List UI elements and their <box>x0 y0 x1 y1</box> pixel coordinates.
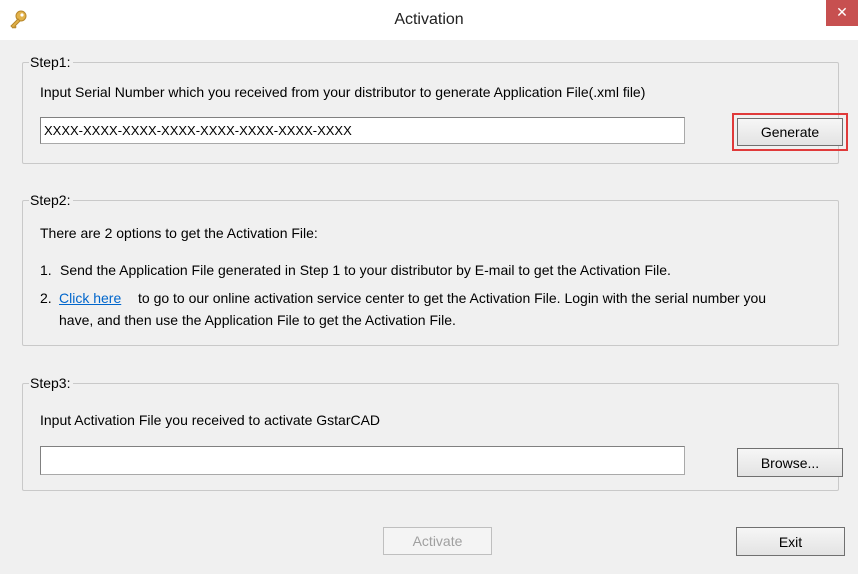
option1-text: Send the Application File generated in S… <box>60 262 671 278</box>
step3-instruction: Input Activation File you received to ac… <box>40 412 381 428</box>
exit-button[interactable]: Exit <box>736 527 845 556</box>
option2-text-line2: have, and then use the Application File … <box>59 312 456 328</box>
window-title: Activation <box>394 11 464 28</box>
option1-number: 1. <box>40 262 52 278</box>
step1-group: Step1: <box>22 54 839 164</box>
serial-number-input[interactable] <box>40 117 685 144</box>
close-icon: ✕ <box>836 4 848 20</box>
click-here-link[interactable]: Click here <box>59 290 121 306</box>
step2-intro: There are 2 options to get the Activatio… <box>40 225 318 241</box>
close-button[interactable]: ✕ <box>826 0 858 26</box>
step1-instruction: Input Serial Number which you received f… <box>40 84 646 100</box>
option2-number: 2. <box>40 290 52 306</box>
generate-button[interactable]: Generate <box>737 118 843 146</box>
browse-button[interactable]: Browse... <box>737 448 843 477</box>
activation-file-input[interactable] <box>40 446 685 475</box>
step1-legend: Step1: <box>30 54 71 70</box>
activate-button[interactable]: Activate <box>383 527 492 555</box>
activation-dialog: Activation ✕ Step1: Input Serial Number … <box>0 0 858 574</box>
step2-legend: Step2: <box>30 192 71 208</box>
step3-legend: Step3: <box>30 375 71 391</box>
option2-text-line1: to go to our online activation service c… <box>138 290 767 306</box>
title-bar: Activation ✕ <box>0 0 858 40</box>
